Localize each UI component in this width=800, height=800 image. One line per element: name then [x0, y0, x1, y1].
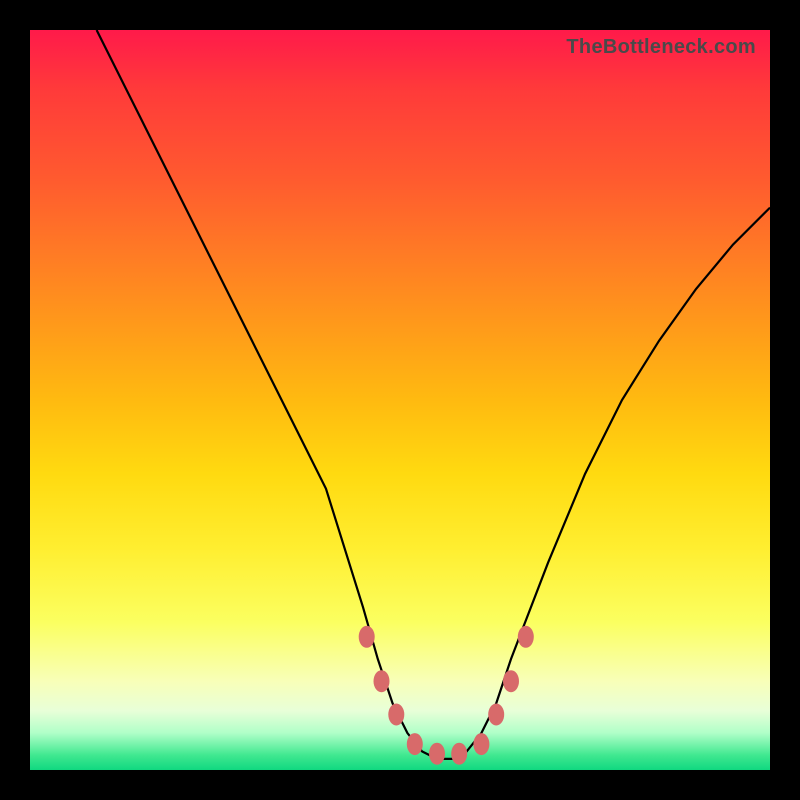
plot-area: TheBottleneck.com: [30, 30, 770, 770]
marker-dot: [374, 670, 390, 692]
marker-dot: [451, 743, 467, 765]
marker-dot: [407, 733, 423, 755]
marker-dots: [359, 626, 534, 765]
marker-dot: [429, 743, 445, 765]
bottleneck-curve: [30, 30, 770, 770]
marker-dot: [473, 733, 489, 755]
marker-dot: [359, 626, 375, 648]
marker-dot: [518, 626, 534, 648]
marker-dot: [503, 670, 519, 692]
chart-frame: TheBottleneck.com: [0, 0, 800, 800]
curve-line: [97, 30, 770, 759]
marker-dot: [388, 704, 404, 726]
marker-dot: [488, 704, 504, 726]
